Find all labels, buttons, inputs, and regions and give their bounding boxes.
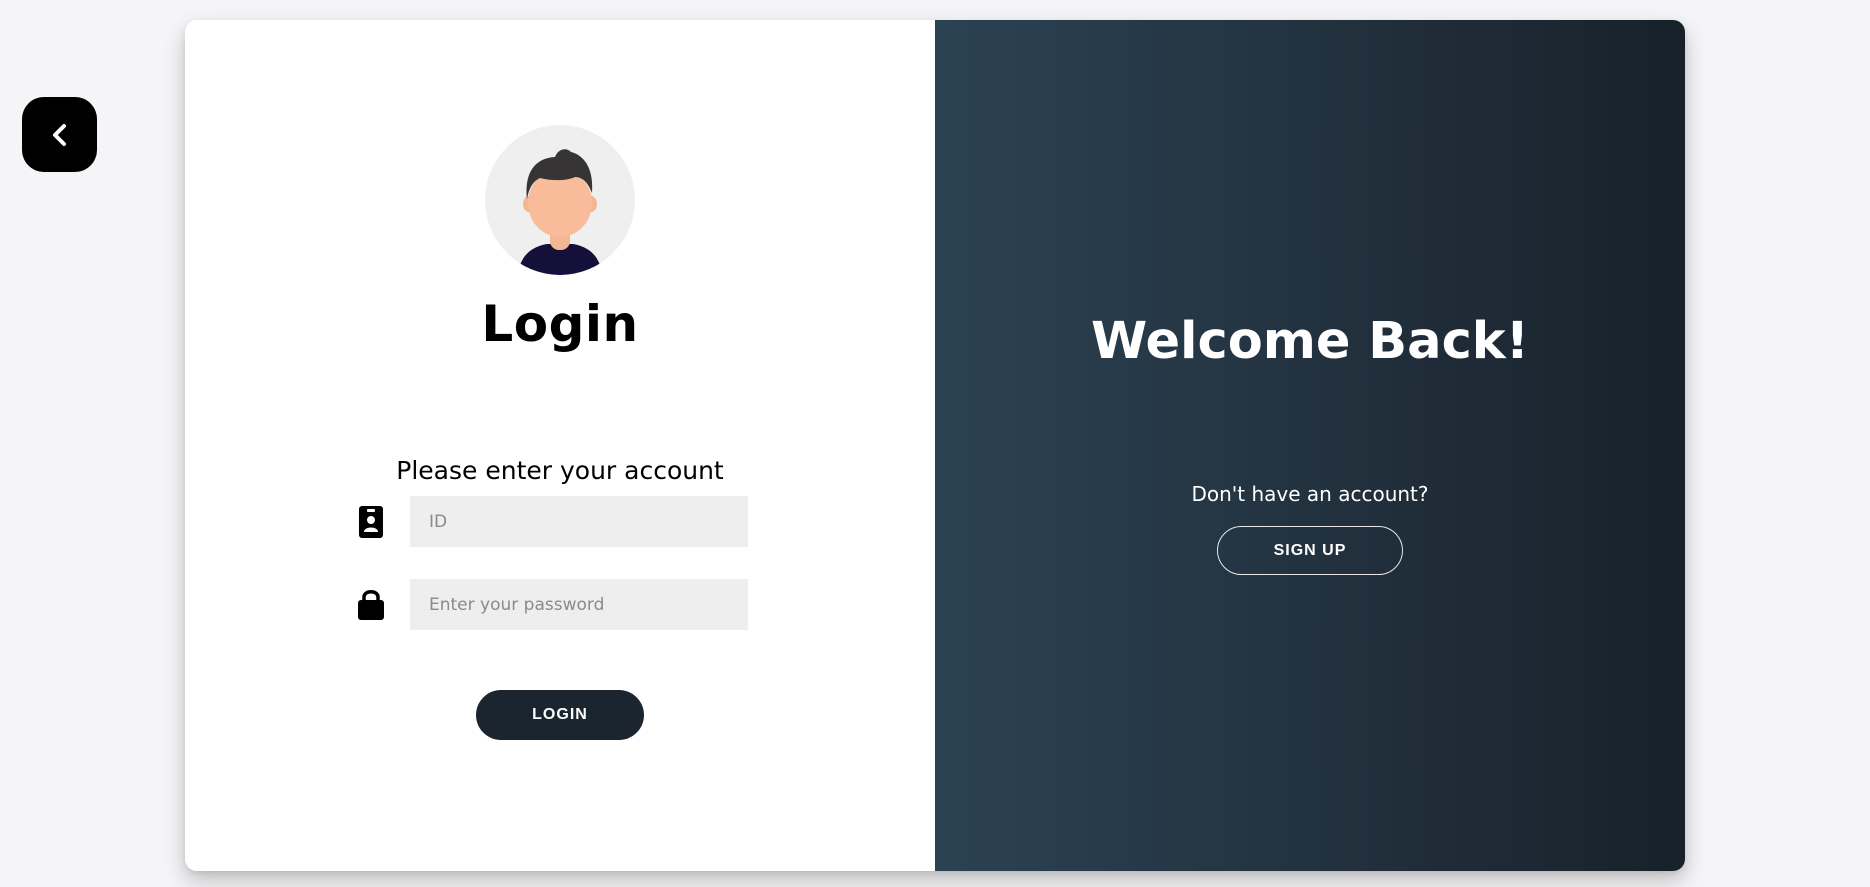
login-panel: Login Please enter your account LOGIN [185, 20, 935, 871]
chevron-left-icon [52, 123, 66, 146]
auth-card: Login Please enter your account LOGIN We… [185, 20, 1685, 871]
no-account-prompt: Don't have an account? [1191, 482, 1429, 506]
user-avatar-icon [485, 125, 635, 275]
id-input[interactable] [410, 496, 748, 547]
login-title: Login [481, 295, 639, 353]
welcome-panel: Welcome Back! Don't have an account? SIG… [935, 20, 1685, 871]
sign-up-button[interactable]: SIGN UP [1217, 526, 1403, 575]
login-subtitle: Please enter your account [396, 456, 724, 485]
id-badge-icon [357, 505, 385, 539]
back-button[interactable] [22, 97, 97, 172]
login-button[interactable]: LOGIN [476, 690, 644, 740]
welcome-title: Welcome Back! [1091, 312, 1529, 371]
lock-icon [357, 587, 385, 621]
password-input[interactable] [410, 579, 748, 630]
